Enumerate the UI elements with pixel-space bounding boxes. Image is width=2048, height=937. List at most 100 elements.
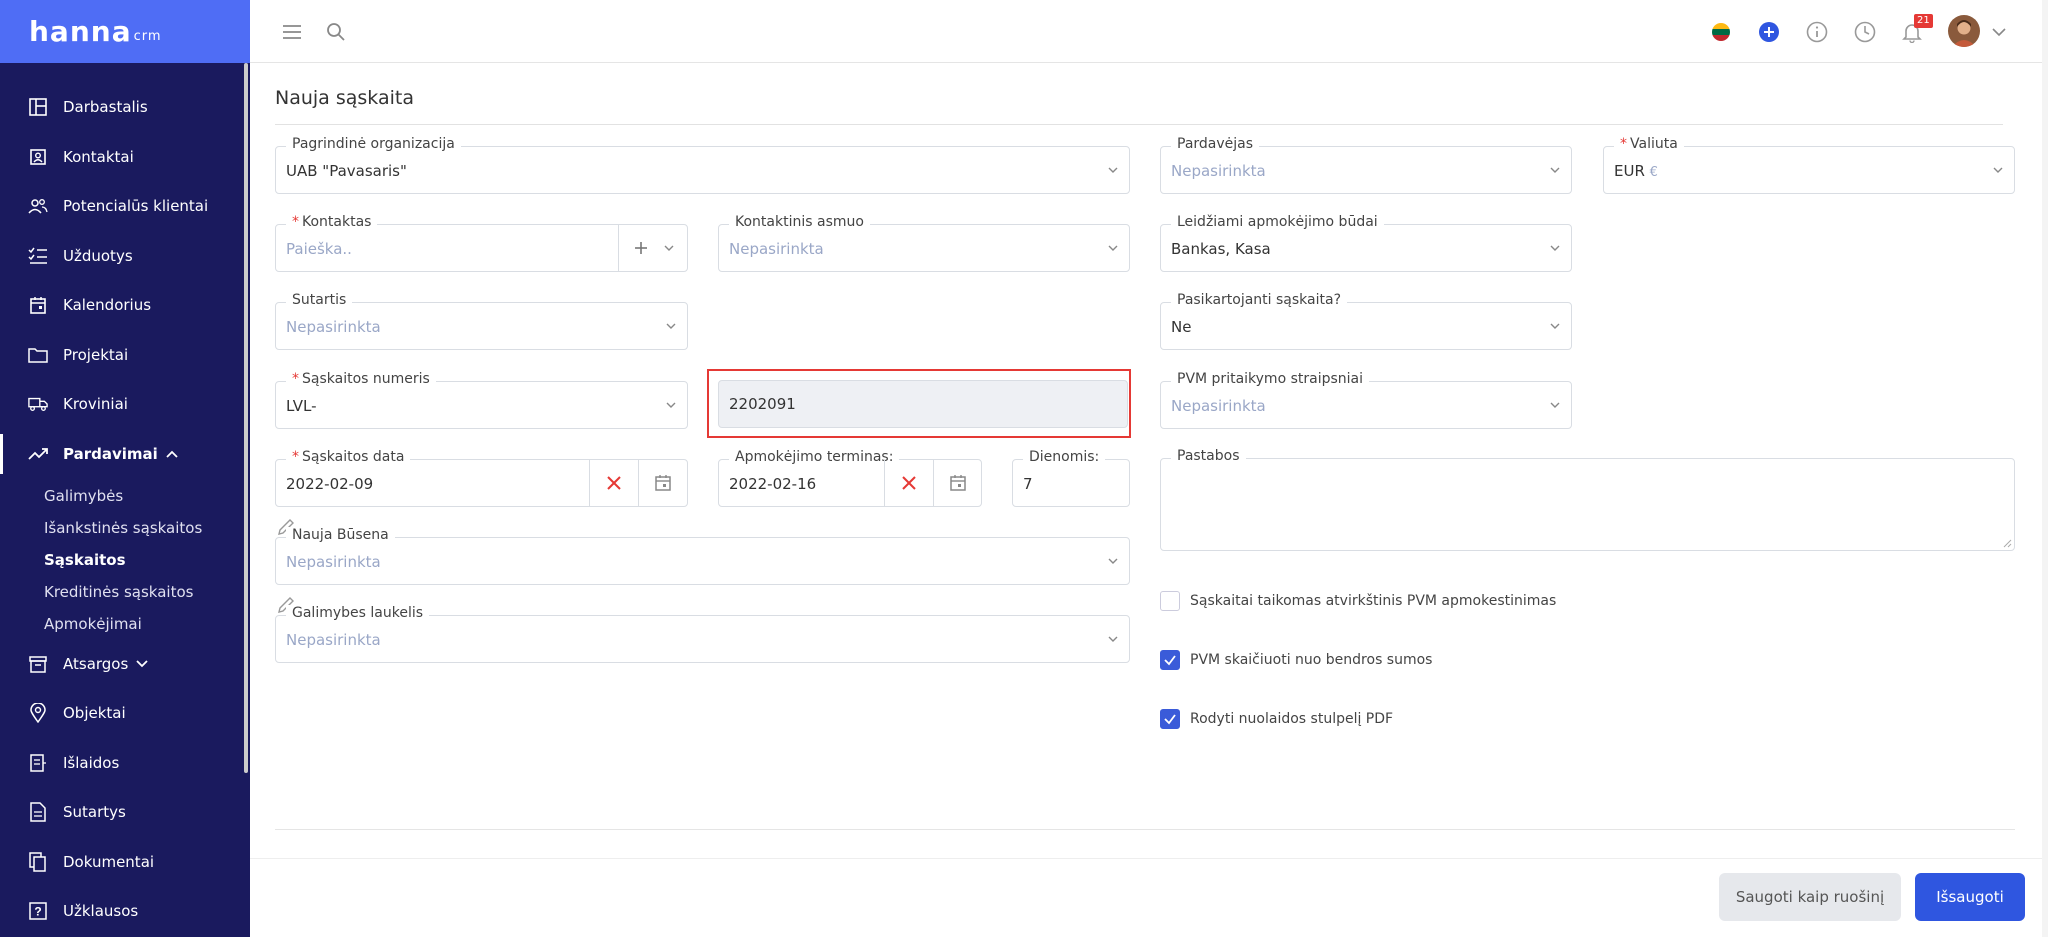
contact-person-select[interactable]: Kontaktinis asmuo Nepasirinkta [718, 214, 1130, 272]
clear-due-date-button[interactable] [884, 460, 933, 506]
add-icon[interactable] [1757, 20, 1781, 44]
page-scrollbar[interactable] [2042, 0, 2048, 937]
currency-select[interactable]: * Valiuta EUR € [1603, 136, 2015, 194]
chevron-down-icon[interactable] [1987, 20, 2011, 44]
notes-textarea[interactable]: Pastabos [1160, 448, 2015, 551]
sidebar-item-label: Kontaktai [63, 148, 134, 166]
menu-icon[interactable] [280, 20, 304, 44]
sidebar-item-kalendorius[interactable]: Kalendorius [0, 285, 244, 325]
sidebar-item-projektai[interactable]: Projektai [0, 335, 244, 375]
sidebar-item-label: Darbastalis [63, 98, 148, 116]
invoice-number-field[interactable]: 2202091 [718, 380, 1128, 428]
sidebar-subitem-saskaitos[interactable]: Sąskaitos [44, 551, 126, 569]
sidebar-item-potencialus-klientai[interactable]: Potencialūs klientai [0, 186, 244, 226]
chevron-up-icon [166, 447, 178, 461]
org-select[interactable]: Pagrindinė organizacija UAB "Pavasaris" [275, 136, 1130, 194]
sidebar-item-label: Pardavimai [63, 445, 158, 463]
invoice-date-label: * Sąskaitos data [286, 449, 411, 465]
days-field[interactable]: Dienomis: 7 [1012, 449, 1130, 507]
chevron-down-icon [666, 323, 676, 329]
language-flag-icon[interactable] [1709, 20, 1733, 44]
vat-articles-select[interactable]: PVM pritaikymo straipsniai Nepasirinkta [1160, 371, 1572, 429]
sidebar-subitem-galimybes[interactable]: Galimybės [44, 487, 123, 505]
invoice-date-value: 2022-02-09 [286, 475, 374, 493]
payment-methods-select[interactable]: Leidžiami apmokėjimo būdai Bankas, Kasa [1160, 214, 1572, 272]
brand-logo[interactable]: hanna crm [0, 0, 250, 63]
contact-person-value: Nepasirinkta [729, 240, 824, 258]
contact-search-input[interactable]: Paieška.. [286, 240, 352, 258]
invoice-date-field[interactable]: * Sąskaitos data 2022-02-09 [275, 449, 688, 507]
question-icon: ? [28, 901, 48, 921]
new-status-select[interactable]: Nauja Būsena Nepasirinkta [275, 527, 1130, 585]
due-calendar-button[interactable] [933, 460, 981, 506]
contact-person-label: Kontaktinis asmuo [729, 214, 870, 230]
contacts-icon [28, 147, 48, 167]
sidebar-item-uzduotys[interactable]: Užduotys [0, 236, 244, 276]
close-icon [607, 476, 621, 490]
truck-icon [28, 394, 48, 414]
topbar: 21 [250, 0, 2042, 63]
resize-handle-icon[interactable] [2002, 538, 2012, 548]
sidebar-subitem-apmokejimai[interactable]: Apmokėjimai [44, 615, 142, 633]
avatar[interactable] [1948, 15, 1980, 47]
sidebar-subitem-kreditines[interactable]: Kreditinės sąskaitos [44, 583, 193, 601]
calendar-button[interactable] [638, 460, 687, 506]
contact-label: * Kontaktas [286, 214, 378, 230]
chevron-down-icon[interactable] [663, 242, 675, 254]
sidebar-item-dokumentai[interactable]: Dokumentai [0, 842, 244, 882]
search-icon[interactable] [324, 20, 348, 44]
sidebar-item-objektai[interactable]: Objektai [0, 693, 244, 733]
save-draft-button[interactable]: Saugoti kaip ruošinį [1719, 873, 1901, 921]
trend-icon [28, 444, 48, 464]
org-value: UAB "Pavasaris" [286, 162, 407, 180]
seller-select[interactable]: Pardavėjas Nepasirinkta [1160, 136, 1572, 194]
sidebar-item-uzklausos[interactable]: ? Užklausos [0, 891, 244, 931]
contract-select[interactable]: Sutartis Nepasirinkta [275, 292, 688, 350]
sidebar-item-kroviniai[interactable]: Kroviniai [0, 384, 244, 424]
discount-column-checkbox[interactable] [1160, 709, 1180, 729]
save-button[interactable]: Išsaugoti [1915, 873, 2025, 921]
currency-label-text: Valiuta [1630, 136, 1678, 152]
invoice-series-select[interactable]: * Sąskaitos numeris LVL- [275, 371, 688, 429]
sidebar-subitem-isankstines[interactable]: Išankstinės sąskaitos [44, 519, 202, 537]
days-value: 7 [1023, 475, 1033, 493]
archive-icon [28, 654, 48, 674]
sidebar-item-kontaktai[interactable]: Kontaktai [0, 137, 244, 177]
chevron-down-icon [1550, 323, 1560, 329]
notes-label: Pastabos [1171, 448, 1246, 464]
invoice-number-value: 2202091 [729, 395, 796, 413]
seller-label: Pardavėjas [1171, 136, 1260, 152]
recurring-select[interactable]: Pasikartojanti sąskaita? Ne [1160, 292, 1572, 350]
payment-methods-value: Bankas, Kasa [1171, 240, 1271, 258]
vat-total-checkbox[interactable] [1160, 650, 1180, 670]
chevron-down-icon [1108, 558, 1118, 564]
reverse-vat-label: Sąskaitai taikomas atvirkštinis PVM apmo… [1190, 593, 1557, 609]
discount-column-label: Rodyti nuolaidos stulpelį PDF [1190, 711, 1394, 727]
contact-field[interactable]: * Kontaktas Paieška.. [275, 214, 688, 272]
folder-icon [28, 345, 48, 365]
payment-methods-label: Leidžiami apmokėjimo būdai [1171, 214, 1384, 230]
sidebar-item-sutartys[interactable]: Sutartys [0, 792, 244, 832]
clock-icon[interactable] [1853, 20, 1877, 44]
sidebar-item-darbastalis[interactable]: Darbastalis [0, 87, 244, 127]
sidebar-item-label: Objektai [63, 704, 126, 722]
opportunity-field-select[interactable]: Galimybes laukelis Nepasirinkta [275, 605, 1130, 663]
due-date-field[interactable]: Apmokėjimo terminas: 2022-02-16 [718, 449, 982, 507]
sidebar-item-label: Išlaidos [63, 754, 120, 772]
bell-icon[interactable]: 21 [1900, 14, 1933, 44]
vat-articles-label: PVM pritaikymo straipsniai [1171, 371, 1370, 387]
chevron-down-icon [136, 657, 148, 671]
calendar-icon [28, 295, 48, 315]
org-label: Pagrindinė organizacija [286, 136, 461, 152]
chevron-down-icon [1550, 167, 1560, 173]
sidebar-item-atsargos[interactable]: Atsargos [0, 644, 244, 684]
invoice-series-value: LVL- [286, 397, 317, 415]
sidebar-item-islaidos[interactable]: Išlaidos [0, 743, 244, 783]
sidebar-item-pardavimai[interactable]: Pardavimai [0, 434, 244, 474]
sidebar-scrollbar[interactable] [244, 63, 248, 773]
plus-icon[interactable] [633, 240, 649, 256]
clear-date-button[interactable] [589, 460, 638, 506]
reverse-vat-checkbox[interactable] [1160, 591, 1180, 611]
info-icon[interactable] [1805, 20, 1829, 44]
location-icon [28, 703, 48, 723]
